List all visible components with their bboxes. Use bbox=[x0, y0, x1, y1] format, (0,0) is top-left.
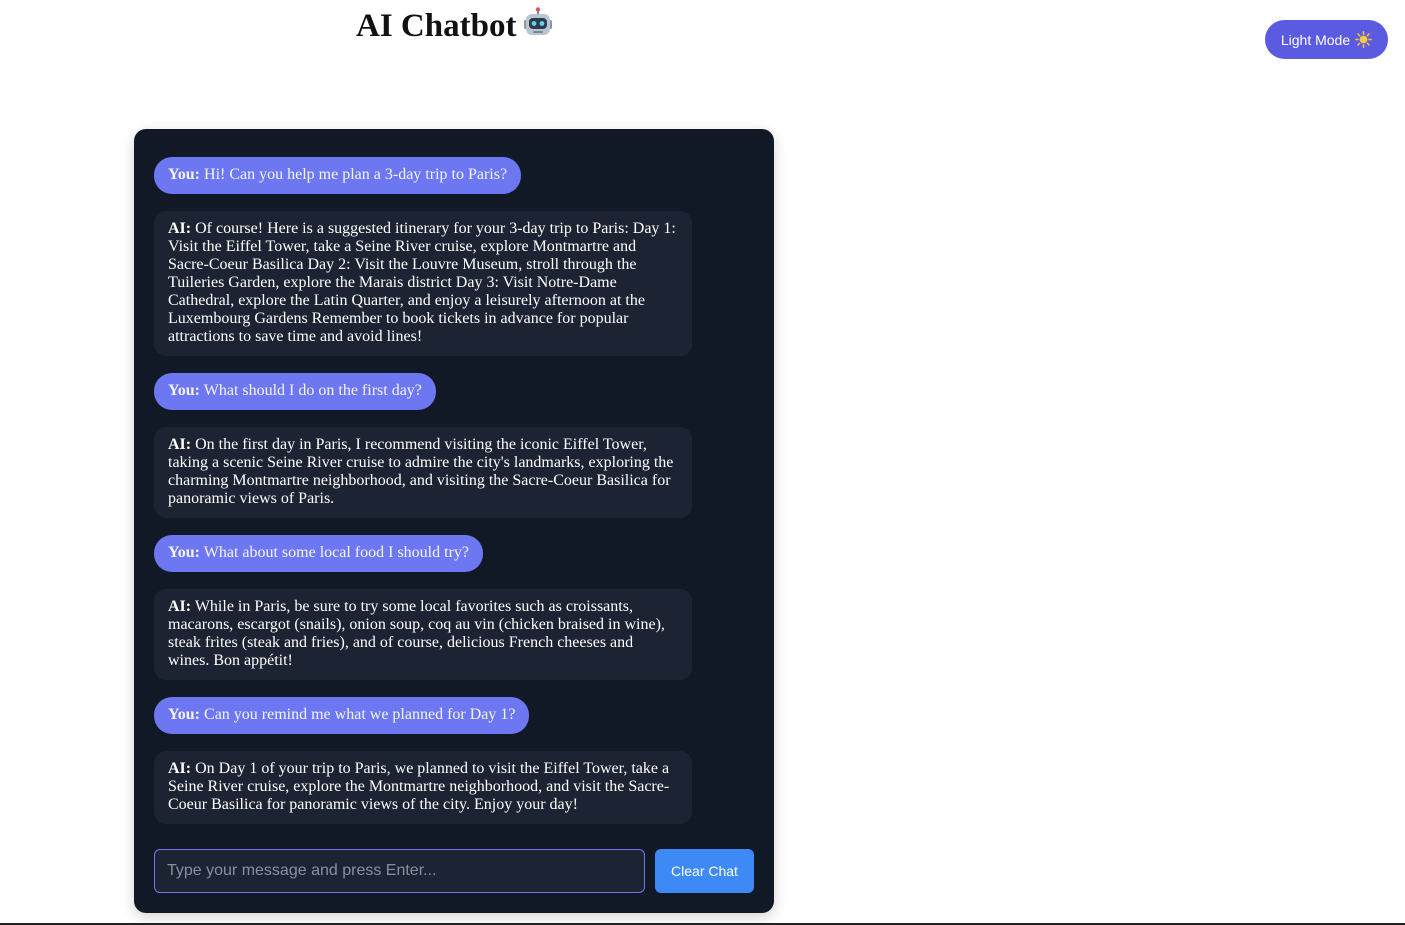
message-sender: AI: bbox=[168, 760, 192, 777]
message-sender: You: bbox=[168, 166, 201, 183]
message-sender: You: bbox=[168, 706, 201, 723]
user-message: You: Can you remind me what we planned f… bbox=[154, 697, 530, 734]
message-sender: AI: bbox=[168, 436, 192, 453]
ai-message: AI: Of course! Here is a suggested itine… bbox=[154, 211, 692, 356]
message-row: AI: On Day 1 of your trip to Paris, we p… bbox=[154, 751, 754, 824]
message-row: AI: Of course! Here is a suggested itine… bbox=[154, 211, 754, 356]
page-title-text: AI Chatbot bbox=[356, 8, 517, 44]
ai-message: AI: While in Paris, be sure to try some … bbox=[154, 589, 692, 680]
message-text: What about some local food I should try? bbox=[203, 544, 469, 561]
ai-message: AI: On Day 1 of your trip to Paris, we p… bbox=[154, 751, 692, 824]
message-row: AI: While in Paris, be sure to try some … bbox=[154, 589, 754, 680]
message-text: On Day 1 of your trip to Paris, we plann… bbox=[168, 760, 670, 813]
message-list[interactable]: You: Hi! Can you help me plan a 3-day tr… bbox=[154, 157, 754, 853]
message-text: Can you remind me what we planned for Da… bbox=[204, 706, 516, 723]
page-title: AI Chatbot bbox=[356, 6, 554, 49]
message-input[interactable] bbox=[154, 849, 645, 893]
message-text: On the first day in Paris, I recommend v… bbox=[168, 436, 674, 507]
theme-toggle-button[interactable]: Light Mode bbox=[1265, 20, 1388, 59]
user-message: You: Hi! Can you help me plan a 3-day tr… bbox=[154, 157, 522, 194]
user-message: You: What about some local food I should… bbox=[154, 535, 483, 572]
message-row: You: Can you remind me what we planned f… bbox=[154, 697, 754, 734]
message-text: Of course! Here is a suggested itinerary… bbox=[168, 220, 676, 345]
message-row: You: Hi! Can you help me plan a 3-day tr… bbox=[154, 157, 754, 194]
message-sender: You: bbox=[168, 544, 201, 561]
message-row: You: What about some local food I should… bbox=[154, 535, 754, 572]
robot-icon bbox=[522, 7, 554, 49]
message-row: You: What should I do on the first day? bbox=[154, 373, 754, 410]
message-text: While in Paris, be sure to try some loca… bbox=[168, 598, 665, 669]
message-sender: AI: bbox=[168, 598, 192, 615]
ai-message: AI: On the first day in Paris, I recomme… bbox=[154, 427, 692, 518]
sun-icon bbox=[1355, 31, 1373, 48]
message-text: What should I do on the first day? bbox=[203, 382, 422, 399]
clear-chat-button[interactable]: Clear Chat bbox=[655, 849, 754, 893]
message-sender: AI: bbox=[168, 220, 192, 237]
message-sender: You: bbox=[168, 382, 201, 399]
user-message: You: What should I do on the first day? bbox=[154, 373, 436, 410]
theme-toggle-label: Light Mode bbox=[1280, 31, 1351, 48]
chat-container: You: Hi! Can you help me plan a 3-day tr… bbox=[134, 129, 774, 913]
message-text: Hi! Can you help me plan a 3-day trip to… bbox=[204, 166, 508, 183]
message-row: AI: On the first day in Paris, I recomme… bbox=[154, 427, 754, 518]
